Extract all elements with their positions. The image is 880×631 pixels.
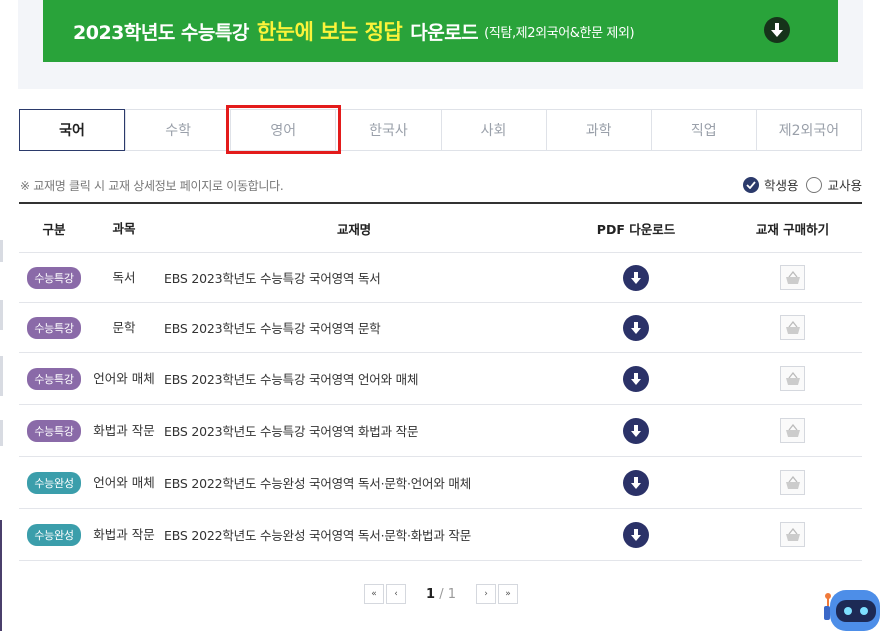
tab-korean-history[interactable]: 한국사 <box>335 110 440 150</box>
header-category: 구분 <box>42 221 66 237</box>
category-badge: 수능완성 <box>27 523 81 546</box>
shopping-basket-icon[interactable] <box>780 470 805 495</box>
pdf-download-icon[interactable] <box>623 264 649 291</box>
textbook-table: 구분 과목 교재명 PDF 다운로드 교재 구매하기 수능특강 독서 EBS 2… <box>19 202 862 561</box>
radio-teacher[interactable]: 교사용 <box>806 175 862 194</box>
page-indicator: 1 / 1 <box>426 587 456 602</box>
shopping-basket-icon[interactable] <box>780 418 805 443</box>
header-pdf: PDF 다운로드 <box>596 221 676 237</box>
textbook-title-link[interactable]: EBS 2023학년도 수능특강 국어영역 화법과 작문 <box>159 421 549 440</box>
subject-cell: 독서 <box>112 270 136 285</box>
pdf-download-icon[interactable] <box>623 365 649 392</box>
subject-cell: 문학 <box>112 320 136 335</box>
pdf-download-icon[interactable] <box>623 417 649 444</box>
notice-text: ※ 교재명 클릭 시 교재 상세정보 페이지로 이동합니다. <box>20 179 284 193</box>
tab-math[interactable]: 수학 <box>125 110 230 150</box>
pdf-download-icon[interactable] <box>623 469 649 496</box>
left-edge-accent <box>0 520 2 631</box>
table-row: 수능특강 문학 EBS 2023학년도 수능특강 국어영역 문학 <box>19 303 862 353</box>
shopping-basket-icon[interactable] <box>780 315 805 340</box>
tab-korean[interactable]: 국어 <box>19 109 126 151</box>
textbook-title-link[interactable]: EBS 2022학년도 수능완성 국어영역 독서·문학·언어와 매체 <box>159 473 549 492</box>
banner-title-part3: 다운로드 <box>410 21 479 44</box>
shopping-basket-icon[interactable] <box>780 265 805 290</box>
first-page-icon[interactable]: « <box>364 584 384 604</box>
subject-cell: 언어와 매체 <box>93 475 155 490</box>
shopping-basket-icon[interactable] <box>780 522 805 547</box>
check-icon <box>742 176 759 193</box>
category-badge: 수능특강 <box>27 266 81 289</box>
subject-cell: 화법과 작문 <box>93 423 155 438</box>
header-title: 교재명 <box>337 221 371 237</box>
user-type-radio-group: 학생용 교사용 <box>735 175 862 194</box>
current-page: 1 <box>426 586 436 602</box>
table-row: 수능특강 화법과 작문 EBS 2023학년도 수능특강 국어영역 화법과 작문 <box>19 405 862 457</box>
table-header: 구분 과목 교재명 PDF 다운로드 교재 구매하기 <box>19 204 862 253</box>
table-row: 수능완성 언어와 매체 EBS 2022학년도 수능완성 국어영역 독서·문학·… <box>19 457 862 509</box>
subject-cell: 화법과 작문 <box>93 527 155 542</box>
radio-teacher-label: 교사용 <box>827 178 862 193</box>
radio-student[interactable]: 학생용 <box>742 175 799 194</box>
answer-download-banner[interactable]: 2023학년도 수능특강 한눈에 보는 정답 다운로드 (직탐,제2외국어&한문… <box>43 0 838 62</box>
subject-cell: 언어와 매체 <box>93 371 155 386</box>
shopping-basket-icon[interactable] <box>780 366 805 391</box>
banner-area: 2023학년도 수능특강 한눈에 보는 정답 다운로드 (직탐,제2외국어&한문… <box>18 0 863 89</box>
category-badge: 수능특강 <box>27 367 81 390</box>
textbook-title-link[interactable]: EBS 2023학년도 수능특강 국어영역 독서 <box>159 268 549 287</box>
next-page-icon[interactable]: › <box>476 584 496 604</box>
textbook-title-link[interactable]: EBS 2022학년도 수능완성 국어영역 독서·문학·화법과 작문 <box>159 525 549 544</box>
pagination: « ‹ 1 / 1 › » <box>364 584 520 604</box>
tab-social[interactable]: 사회 <box>440 110 546 150</box>
radio-empty-icon <box>806 176 823 193</box>
page-separator: / <box>439 586 444 602</box>
download-arrow-icon[interactable] <box>764 17 790 43</box>
last-page-icon[interactable]: » <box>498 584 518 604</box>
category-badge: 수능특강 <box>27 316 81 339</box>
table-row: 수능특강 언어와 매체 EBS 2023학년도 수능특강 국어영역 언어와 매체 <box>19 353 862 405</box>
textbook-title-link[interactable]: EBS 2023학년도 수능특강 국어영역 언어와 매체 <box>159 369 549 388</box>
header-subject: 과목 <box>112 220 136 236</box>
header-buy: 교재 구매하기 <box>755 221 830 237</box>
table-row: 수능완성 화법과 작문 EBS 2022학년도 수능완성 국어영역 독서·문학·… <box>19 509 862 561</box>
pdf-download-icon[interactable] <box>623 314 649 341</box>
textbook-title-link[interactable]: EBS 2023학년도 수능특강 국어영역 문학 <box>159 318 549 337</box>
english-tab-highlight-box <box>226 105 341 154</box>
tab-vocational[interactable]: 직업 <box>650 110 756 150</box>
tab-science[interactable]: 과학 <box>545 110 651 150</box>
banner-note: (직탐,제2외국어&한문 제외) <box>484 25 635 41</box>
radio-student-label: 학생용 <box>763 178 799 193</box>
prev-page-icon[interactable]: ‹ <box>386 584 406 604</box>
table-row: 수능특강 독서 EBS 2023학년도 수능특강 국어영역 독서 <box>19 253 862 303</box>
total-pages: 1 <box>447 586 456 602</box>
chatbot-robot-icon[interactable] <box>818 584 880 631</box>
category-badge: 수능완성 <box>27 471 81 494</box>
banner-title-part1: 2023학년도 수능특강 <box>73 21 249 44</box>
banner-title-highlight: 한눈에 보는 정답 <box>256 20 403 44</box>
category-badge: 수능특강 <box>27 419 81 442</box>
subject-tabs: 국어 수학 영어 한국사 사회 과학 직업 제2외국어 <box>19 109 862 151</box>
tab-second-language[interactable]: 제2외국어 <box>755 110 861 150</box>
pdf-download-icon[interactable] <box>623 521 649 548</box>
